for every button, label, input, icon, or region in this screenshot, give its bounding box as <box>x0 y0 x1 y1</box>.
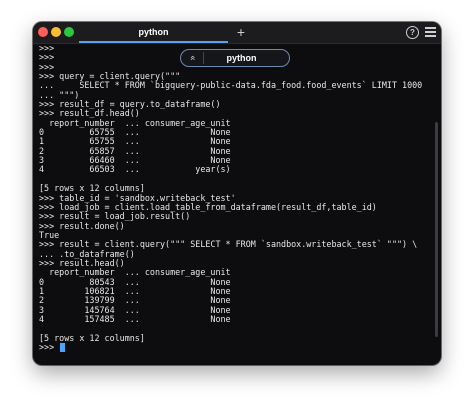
terminal-line: [5 rows x 12 columns] <box>39 332 145 343</box>
plus-icon: + <box>236 24 246 40</box>
maximize-window-button[interactable] <box>64 27 74 37</box>
new-tab-button[interactable]: + <box>233 23 249 41</box>
close-window-button[interactable] <box>38 27 48 37</box>
help-icon[interactable]: ? <box>406 26 419 39</box>
shell-indicator-pill[interactable]: » python <box>180 49 290 67</box>
minimize-window-button[interactable] <box>51 27 61 37</box>
terminal-output[interactable]: >>> >>> >>> >>> query = client.query("""...… <box>39 44 433 361</box>
menu-icon[interactable] <box>425 27 436 37</box>
prompt-line[interactable]: >>> <box>39 342 433 353</box>
tab-title: python <box>138 26 169 37</box>
shell-name-label: python <box>226 53 257 63</box>
chevron-double-up-icon: » <box>187 55 197 61</box>
terminal-line: ... SELECT * FROM `bigquery-public-data.… <box>39 80 423 91</box>
terminal-line: 4 66503 ... year(s) <box>39 164 231 175</box>
prompt-text: >>> <box>39 342 60 352</box>
title-bar: python + ? <box>33 22 441 44</box>
terminal-line: 4 157485 ... None <box>39 313 231 324</box>
terminal-window: python + ? >>> >>> >>> >>> query = client.q… <box>33 22 441 365</box>
text-cursor <box>60 343 66 353</box>
terminal-line: >>> result.done() <box>39 220 125 231</box>
scrollbar[interactable] <box>435 122 438 337</box>
tab-python[interactable]: python <box>79 22 228 43</box>
